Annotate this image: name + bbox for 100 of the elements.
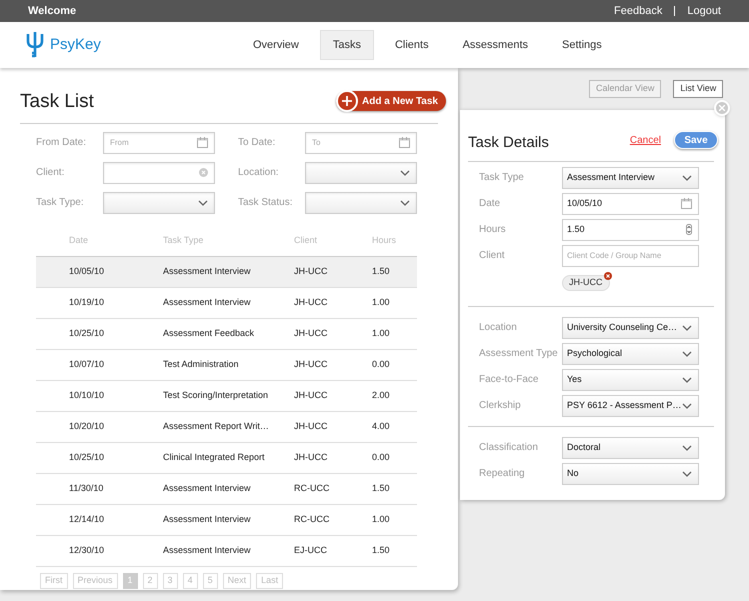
table-cell-text: 0.00 bbox=[372, 450, 391, 464]
table-cell-text: JH-UCC bbox=[294, 450, 328, 464]
table-cell-text: RC-UCC bbox=[294, 482, 330, 495]
table-row[interactable]: 10/20/10 Assessment Report Writ… JH-UCC 4.00 bbox=[36, 412, 417, 442]
filter-dropdown[interactable] bbox=[305, 162, 417, 184]
filter-label: Task Status: bbox=[238, 196, 294, 210]
table-cell-text: JH-UCC bbox=[294, 264, 328, 278]
dropdown[interactable]: Doctoral bbox=[562, 436, 699, 458]
table-cell-text: 10/05/10 bbox=[69, 264, 106, 278]
table-row[interactable]: 10/05/10 Assessment Interview JH-UCC 1.50 bbox=[36, 256, 417, 288]
table-cell-text: Assessment Feedback bbox=[163, 326, 256, 340]
table-cell-text: Test Administration bbox=[163, 358, 240, 371]
filter-label: From Date: bbox=[36, 136, 88, 150]
nav-tab[interactable]: Clients bbox=[382, 30, 442, 60]
table-cell-text: JH-UCC bbox=[294, 358, 328, 371]
column-header: Hours bbox=[372, 234, 398, 246]
table-cell-text: 4.00 bbox=[372, 420, 391, 433]
top-link[interactable]: Logout bbox=[687, 2, 721, 20]
table-cell-text: JH-UCC bbox=[294, 326, 328, 340]
dropdown[interactable]: Assessment Interview bbox=[562, 166, 699, 188]
table-cell-text: JH-UCC bbox=[294, 296, 328, 309]
chevron-down-icon bbox=[682, 444, 692, 450]
column-header: Task Type bbox=[163, 234, 204, 247]
table-cell-text: 1.00 bbox=[372, 512, 391, 526]
nav-tab[interactable]: Tasks bbox=[320, 30, 374, 60]
table-cell-text: 12/30/10 bbox=[69, 544, 106, 557]
chevron-down-icon bbox=[682, 470, 692, 476]
field-label: Repeating bbox=[479, 467, 526, 481]
stepper-icon bbox=[686, 224, 692, 235]
table-cell-text: Assessment Interview bbox=[163, 544, 252, 557]
filter-dropdown[interactable] bbox=[305, 192, 417, 214]
client-tag: JH-UCC bbox=[562, 274, 610, 290]
chevron-down-icon bbox=[682, 350, 692, 356]
top-link[interactable]: Feedback bbox=[614, 2, 662, 20]
chevron-down-icon bbox=[400, 200, 410, 206]
table-row[interactable]: 10/10/10 Test Scoring/Interpretation JH-UCC 2.00 bbox=[36, 380, 417, 412]
panel-title: Task Details bbox=[468, 133, 549, 153]
logo-text: PsyKey bbox=[50, 34, 101, 55]
field-label: Date bbox=[479, 197, 502, 211]
table-cell-text: Assessment Report Writ… bbox=[163, 420, 270, 433]
table-row[interactable]: 10/25/10 Clinical Integrated Report JH-UCC 0.00 bbox=[36, 442, 417, 474]
nav-tab[interactable]: Settings bbox=[549, 30, 615, 60]
dropdown[interactable]: Psychological bbox=[562, 342, 699, 364]
chevron-down-icon bbox=[682, 402, 692, 408]
close-button[interactable] bbox=[714, 100, 730, 116]
field-label: Location bbox=[479, 321, 518, 335]
table-cell-text: Assessment Interview bbox=[163, 482, 252, 495]
table-row[interactable]: 11/30/10 Assessment Interview RC-UCC 1.50 bbox=[36, 474, 417, 504]
table-cell-text: EJ-UCC bbox=[294, 544, 328, 557]
calendar-icon bbox=[681, 198, 692, 209]
table-cell-text: 1.00 bbox=[372, 326, 391, 340]
logo-icon bbox=[26, 31, 44, 59]
calendar-icon bbox=[197, 137, 208, 148]
table-row[interactable]: 10/19/10 Assessment Interview JH-UCC 1.00 bbox=[36, 288, 417, 318]
input-field[interactable]: 1.50 bbox=[562, 218, 699, 240]
column-header: Date bbox=[69, 234, 90, 246]
welcome-label: Welcome bbox=[28, 4, 76, 19]
field-label: Client bbox=[479, 249, 506, 263]
chevron-down-icon bbox=[682, 174, 692, 180]
input-field[interactable]: 10/05/10 bbox=[562, 192, 699, 214]
table-row[interactable]: 12/14/10 Assessment Interview RC-UCC 1.00 bbox=[36, 504, 417, 536]
table-cell-text: 10/19/10 bbox=[69, 296, 106, 309]
table-cell-text: 1.50 bbox=[372, 482, 391, 495]
filter-field[interactable] bbox=[103, 162, 215, 184]
table-cell-text: 1.50 bbox=[372, 544, 391, 557]
table-cell-text: 10/07/10 bbox=[69, 358, 106, 371]
table-cell-text: 0.00 bbox=[372, 358, 391, 371]
table-row[interactable]: 10/07/10 Test Administration JH-UCC 0.00 bbox=[36, 350, 417, 380]
field-label: Face-to-Face bbox=[479, 373, 540, 387]
table-cell-text: Assessment Interview bbox=[163, 296, 252, 309]
table-row[interactable]: 12/30/10 Assessment Interview EJ-UCC 1.50 bbox=[36, 536, 417, 566]
table-row[interactable]: 10/25/10 Assessment Feedback JH-UCC 1.00 bbox=[36, 318, 417, 350]
table-cell-text: Assessment Interview bbox=[163, 264, 252, 278]
remove-tag-icon[interactable] bbox=[604, 272, 612, 280]
field-label: Classification bbox=[479, 441, 539, 455]
field-label: Assessment Type bbox=[479, 347, 559, 361]
filter-label: Task Type: bbox=[36, 196, 85, 210]
dropdown[interactable]: Yes bbox=[562, 368, 699, 390]
panel-title: Task List bbox=[20, 90, 94, 114]
table-cell-text: 10/25/10 bbox=[69, 450, 106, 464]
table-cell-text: Assessment Interview bbox=[163, 512, 252, 526]
table-cell-text: Test Scoring/Interpretation bbox=[163, 388, 270, 402]
nav-tab[interactable]: Assessments bbox=[450, 30, 542, 60]
table-cell-text: RC-UCC bbox=[294, 512, 330, 526]
plus-icon bbox=[336, 90, 358, 112]
field-label: Clerkship bbox=[479, 399, 522, 413]
cancel-link[interactable]: Cancel bbox=[630, 132, 661, 148]
filter-dropdown[interactable] bbox=[103, 192, 215, 214]
table-cell-text: 1.50 bbox=[372, 264, 391, 278]
dropdown[interactable]: PSY 6612 - Assessment P… bbox=[562, 394, 699, 416]
dropdown[interactable]: No bbox=[562, 462, 699, 484]
chevron-down-icon bbox=[198, 200, 208, 206]
filter-label: Client: bbox=[36, 166, 66, 180]
nav-tab[interactable]: Overview bbox=[240, 30, 312, 60]
add-task-button[interactable]: Add a New Task bbox=[336, 91, 446, 112]
dropdown[interactable]: University Counseling Ce… bbox=[562, 316, 699, 338]
view-toggle-button[interactable]: List View bbox=[673, 80, 724, 98]
table-cell-text: 11/30/10 bbox=[69, 482, 104, 495]
table-cell-text: Clinical Integrated Report bbox=[163, 450, 266, 464]
filter-label: Location: bbox=[238, 166, 280, 180]
